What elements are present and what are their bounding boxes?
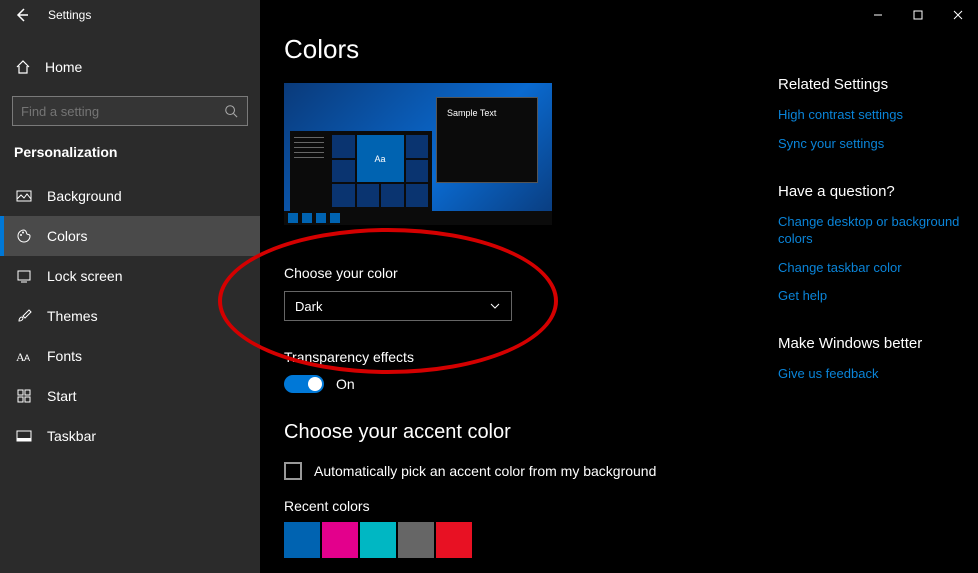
taskbar-icon — [15, 427, 33, 445]
sidebar-item-start[interactable]: Start — [0, 376, 260, 416]
page-title: Colors — [284, 34, 754, 65]
nav-label: Fonts — [47, 348, 82, 364]
accent-heading: Choose your accent color — [284, 421, 754, 444]
recent-colors-label: Recent colors — [284, 498, 754, 514]
sidebar-item-lockscreen[interactable]: Lock screen — [0, 256, 260, 296]
transparency-state: On — [336, 376, 355, 392]
search-icon — [223, 103, 239, 119]
link-sync-settings[interactable]: Sync your settings — [778, 136, 960, 153]
nav-label: Taskbar — [47, 428, 96, 444]
nav-label: Colors — [47, 228, 87, 244]
palette-icon — [15, 227, 33, 245]
sidebar-item-colors[interactable]: Colors — [0, 216, 260, 256]
preview-sample-text: Sample Text — [447, 108, 496, 118]
preview-window: Sample Text — [436, 97, 538, 183]
transparency-toggle[interactable] — [284, 375, 324, 393]
recent-color-swatches — [284, 522, 754, 558]
sidebar-item-background[interactable]: Background — [0, 176, 260, 216]
nav-label: Start — [47, 388, 77, 404]
link-get-help[interactable]: Get help — [778, 288, 960, 305]
minimize-icon — [873, 10, 883, 20]
brush-icon — [15, 307, 33, 325]
sidebar-item-themes[interactable]: Themes — [0, 296, 260, 336]
auto-accent-label: Automatically pick an accent color from … — [314, 463, 656, 479]
nav-list: Background Colors Lock screen Themes AA … — [0, 176, 260, 456]
lockscreen-icon — [15, 267, 33, 285]
preview-start-menu: Aa — [290, 131, 432, 211]
back-button[interactable] — [12, 5, 32, 25]
sidebar: Settings Home Personalization Background — [0, 0, 260, 573]
close-icon — [953, 10, 963, 20]
preview-taskbar — [284, 211, 552, 225]
maximize-button[interactable] — [898, 0, 938, 30]
sidebar-item-fonts[interactable]: AA Fonts — [0, 336, 260, 376]
nav-label: Background — [47, 188, 122, 204]
color-swatch[interactable] — [398, 522, 434, 558]
auto-accent-checkbox[interactable] — [284, 462, 302, 480]
search-box[interactable] — [12, 96, 248, 126]
main-area: Colors Sample Text Aa — [260, 0, 978, 573]
chevron-down-icon — [489, 300, 501, 312]
font-icon: AA — [15, 347, 33, 365]
svg-text:A: A — [24, 353, 30, 363]
app-title: Settings — [48, 8, 91, 22]
section-title: Personalization — [0, 126, 260, 170]
related-settings-heading: Related Settings — [778, 76, 960, 93]
choose-color-label: Choose your color — [284, 265, 754, 281]
maximize-icon — [913, 10, 923, 20]
close-button[interactable] — [938, 0, 978, 30]
color-swatch[interactable] — [436, 522, 472, 558]
question-heading: Have a question? — [778, 183, 960, 200]
link-change-taskbar-color[interactable]: Change taskbar color — [778, 260, 960, 277]
better-heading: Make Windows better — [778, 335, 960, 352]
back-arrow-icon — [14, 7, 30, 23]
picture-icon — [15, 187, 33, 205]
minimize-button[interactable] — [858, 0, 898, 30]
home-icon — [15, 59, 31, 75]
choose-color-dropdown[interactable]: Dark — [284, 291, 512, 321]
choose-color-value: Dark — [295, 299, 322, 314]
color-swatch[interactable] — [284, 522, 320, 558]
sidebar-item-taskbar[interactable]: Taskbar — [0, 416, 260, 456]
link-change-desktop-colors[interactable]: Change desktop or background colors — [778, 214, 960, 248]
right-pane: Related Settings High contrast settings … — [778, 0, 978, 573]
link-high-contrast[interactable]: High contrast settings — [778, 107, 960, 124]
start-icon — [15, 387, 33, 405]
sidebar-item-home[interactable]: Home — [0, 48, 260, 86]
nav-label: Lock screen — [47, 268, 122, 284]
nav-label: Themes — [47, 308, 98, 324]
transparency-label: Transparency effects — [284, 349, 754, 365]
theme-preview: Sample Text Aa — [284, 83, 552, 225]
preview-tile-aa: Aa — [357, 135, 404, 182]
color-swatch[interactable] — [360, 522, 396, 558]
search-input[interactable] — [21, 104, 223, 119]
link-feedback[interactable]: Give us feedback — [778, 366, 960, 383]
color-swatch[interactable] — [322, 522, 358, 558]
title-bar — [858, 0, 978, 30]
home-label: Home — [45, 59, 82, 75]
